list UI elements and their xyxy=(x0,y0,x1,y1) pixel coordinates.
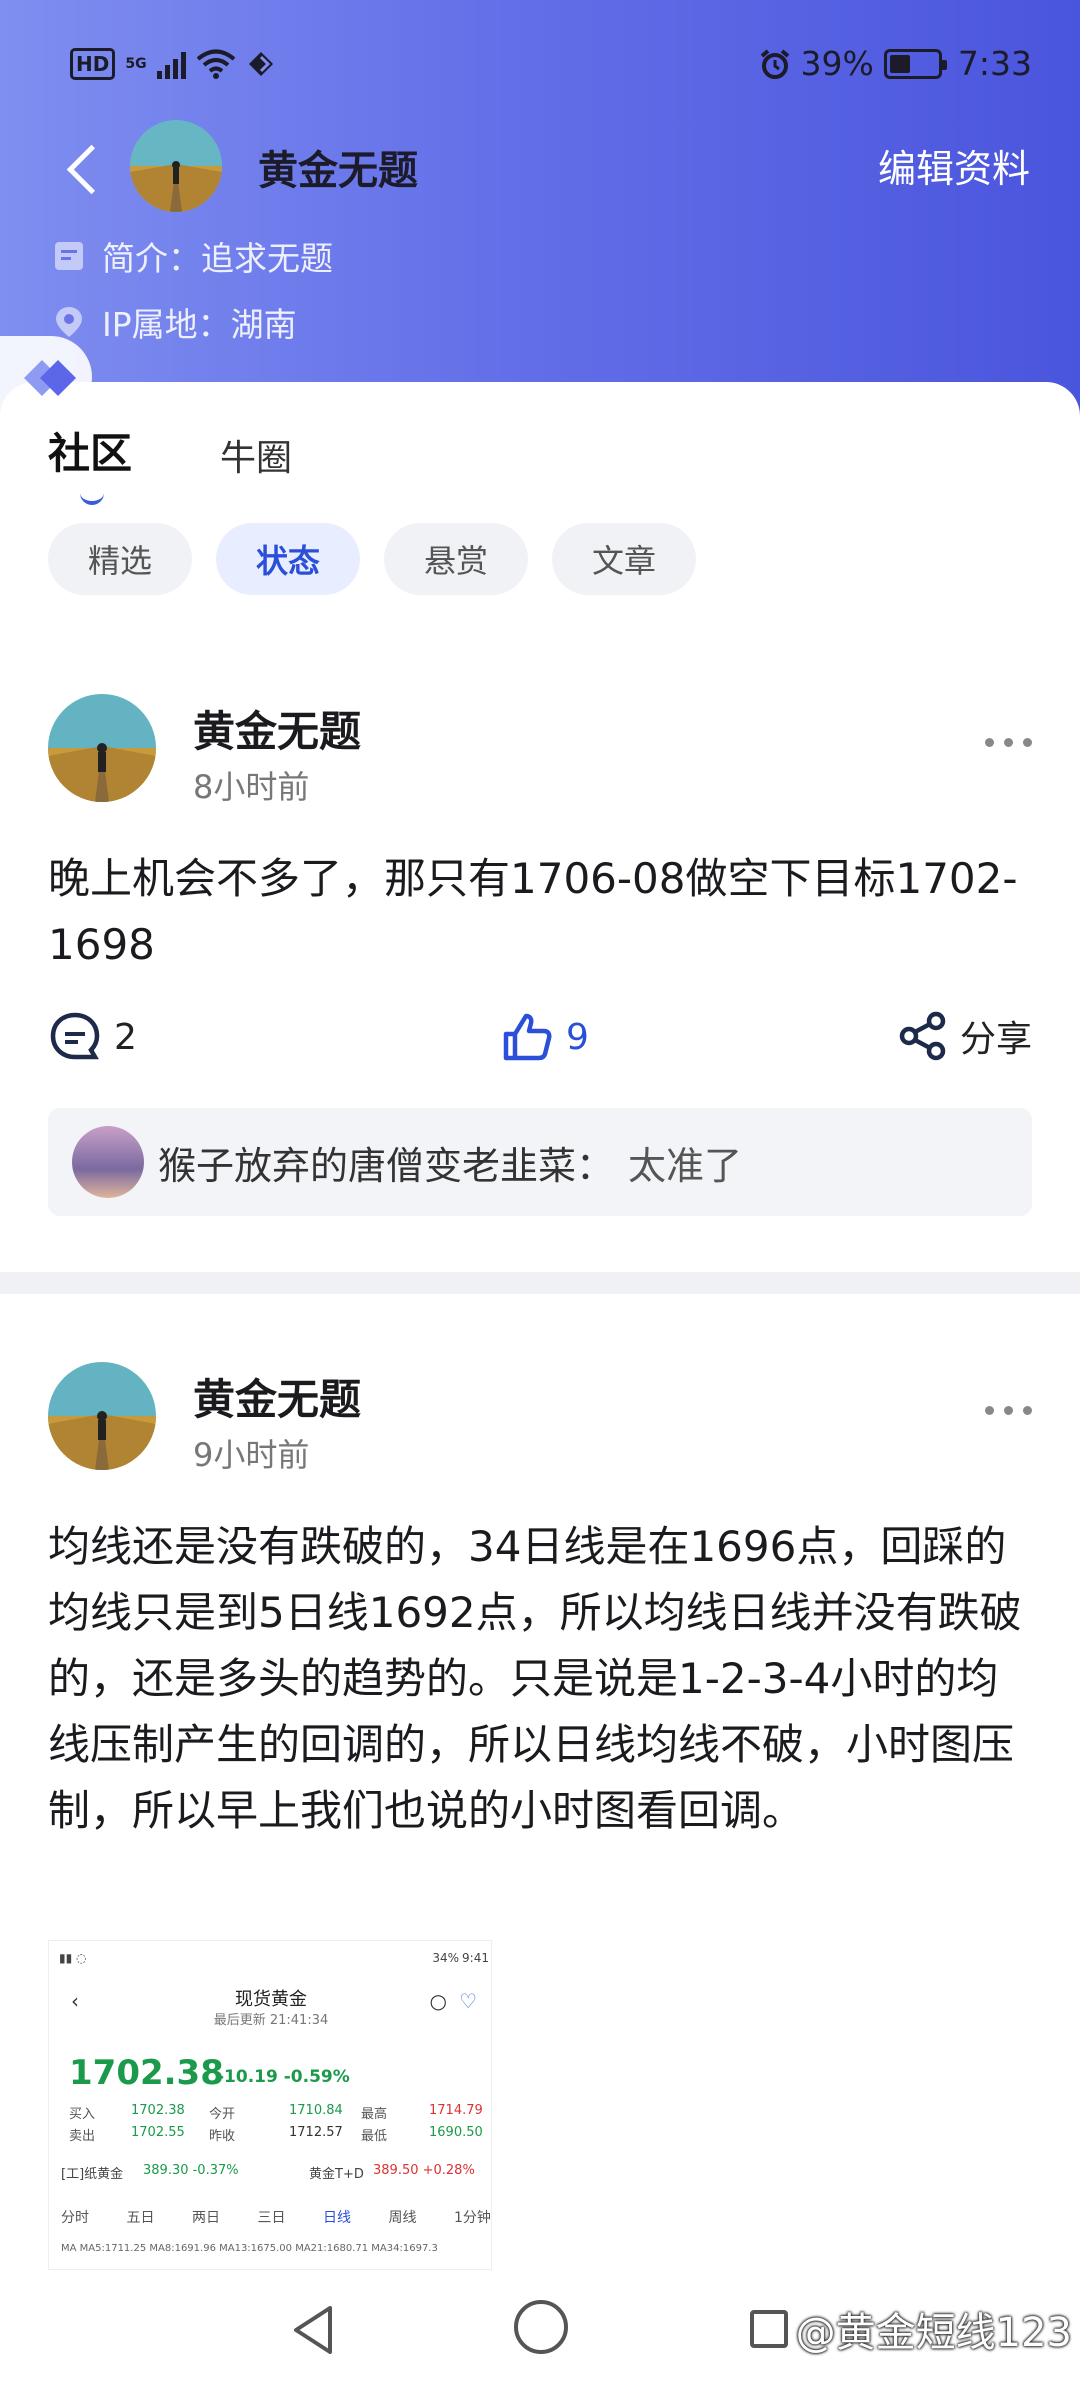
chip-status[interactable]: 状态 xyxy=(216,523,360,595)
ip-row: IP属地：湖南 xyxy=(52,298,297,346)
nav-back-icon[interactable] xyxy=(290,2304,338,2356)
post-time: 8小时前 xyxy=(193,768,310,806)
more-options-button[interactable] xyxy=(985,738,1032,747)
main-tabs: 社区 牛圈 xyxy=(48,420,292,505)
more-options-button[interactable] xyxy=(985,1406,1032,1415)
image-ma-line: MA MA5:1711.25 MA8:1691.96 MA13:1675.00 … xyxy=(61,2243,438,2254)
profile-name: 黄金无题 xyxy=(258,148,418,194)
signal-label: 5G xyxy=(125,56,147,72)
image-search-icon: ○ xyxy=(429,1989,447,2013)
location-icon xyxy=(56,307,82,337)
hd-icon: HD xyxy=(70,48,116,80)
post-text: 均线还是没有跌破的，34日线是在1696点，回踩的均线只是到5日线1692点，所… xyxy=(48,1522,1022,1835)
battery-percent: 39% xyxy=(800,44,874,83)
post-author-name[interactable]: 黄金无题 xyxy=(193,698,361,759)
document-icon xyxy=(55,242,83,270)
signal-icon xyxy=(156,49,186,79)
back-button[interactable] xyxy=(60,138,120,198)
chip-bounty[interactable]: 悬赏 xyxy=(384,523,528,595)
like-count: 9 xyxy=(566,1016,589,1058)
share-icon xyxy=(899,1011,946,1061)
profile-nav-row: 黄金无题 编辑资料 xyxy=(0,120,1080,220)
nav-home-icon[interactable] xyxy=(514,2300,568,2354)
image-heart-icon: ♡ xyxy=(459,1989,477,2013)
filter-chips: 精选 状态 悬赏 文章 xyxy=(48,523,696,595)
comment-count: 2 xyxy=(114,1016,137,1058)
tab-bull-circle[interactable]: 牛圈 xyxy=(220,429,292,481)
nav-recents-icon[interactable] xyxy=(750,2310,788,2348)
ip-location-text: IP属地：湖南 xyxy=(102,305,297,344)
intro-row: 简介：追求无题 xyxy=(52,232,333,280)
post-author-avatar[interactable] xyxy=(48,694,156,802)
image-period-tabs: 分时 五日 两日 三日 日线 周线 1分钟 xyxy=(61,2210,491,2226)
share-button[interactable]: 分享 xyxy=(898,1010,1032,1062)
post-image[interactable]: ▮▮ ◌ 34% 9:41 ‹ 现货黄金 最后更新 21:41:34 ○ ♡ 1… xyxy=(48,1940,492,2270)
post-author-avatar[interactable] xyxy=(48,1362,156,1470)
image-change: -10.19 -0.59% xyxy=(217,2067,350,2087)
comment-text: 太准了 xyxy=(628,1143,743,1188)
status-bar: HD 5G 39% 7:33 xyxy=(0,40,1080,90)
chip-featured[interactable]: 精选 xyxy=(48,523,192,595)
avatar[interactable] xyxy=(130,120,222,212)
wifi-icon xyxy=(196,49,235,79)
floating-shortcut-button[interactable] xyxy=(0,336,92,418)
image-price: 1702.38 xyxy=(69,2053,224,2093)
edit-profile-button[interactable]: 编辑资料 xyxy=(878,138,1030,193)
post-divider xyxy=(0,1272,1080,1294)
like-button[interactable]: 9 xyxy=(500,1010,589,1064)
post-card: 黄金无题 8小时前 晚上机会不多了，那只有1706-08做空下目标1702-16… xyxy=(0,660,1080,1272)
nfc-icon xyxy=(248,52,273,76)
battery-icon xyxy=(883,48,947,79)
top-comment[interactable]: 猴子放弃的唐僧变老韭菜： 太准了 xyxy=(48,1108,1032,1216)
commenter-name: 猴子放弃的唐僧变老韭菜： xyxy=(158,1143,615,1188)
system-nav-bar: @黄金短线123 xyxy=(0,2270,1080,2388)
comment-icon xyxy=(50,1012,100,1060)
intro-text: 简介：追求无题 xyxy=(102,239,333,278)
image-title: 现货黄金 xyxy=(235,1989,307,2010)
chip-articles[interactable]: 文章 xyxy=(552,523,696,595)
commenter-avatar xyxy=(72,1126,144,1198)
thumbs-up-icon xyxy=(503,1013,552,1061)
tab-community[interactable]: 社区 xyxy=(48,420,132,505)
alarm-icon xyxy=(760,48,789,79)
image-updated: 最后更新 21:41:34 xyxy=(213,2013,329,2028)
clock: 7:33 xyxy=(957,44,1032,83)
watermark: @黄金短线123 xyxy=(795,2310,1072,2356)
share-label: 分享 xyxy=(959,1019,1032,1060)
diamond-logo-icon xyxy=(24,360,76,396)
post-actions: 2 9 分享 xyxy=(48,1010,1032,1070)
comment-button[interactable]: 2 xyxy=(48,1010,137,1064)
post-text: 晚上机会不多了，那只有1706-08做空下目标1702-1698 xyxy=(48,854,1018,969)
post-author-name[interactable]: 黄金无题 xyxy=(193,1366,361,1427)
post-time: 9小时前 xyxy=(193,1436,310,1474)
